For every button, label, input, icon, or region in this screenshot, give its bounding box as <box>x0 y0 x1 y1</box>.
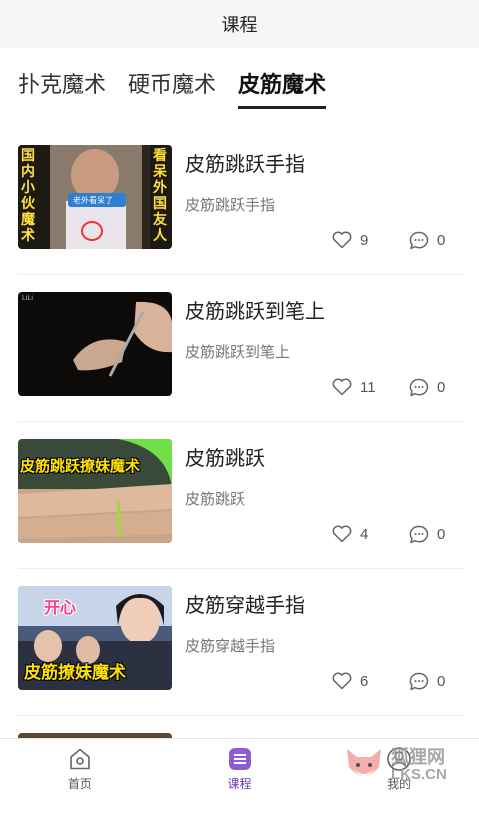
like-count[interactable]: 4 <box>332 525 368 543</box>
comment-icon <box>409 525 429 544</box>
course-icon <box>228 748 251 770</box>
comment-count[interactable]: 0 <box>409 378 445 397</box>
watermark: 狐狸网 LKS.CN <box>341 741 471 789</box>
tab-poker-magic[interactable]: 扑克魔术 <box>18 53 106 113</box>
heart-icon <box>332 672 352 690</box>
thumb-caption: 皮筋撩妹魔术 <box>24 663 126 682</box>
course-item[interactable]: 皮筋跳跃撩妹魔术 皮筋跳跃 皮筋跳跃 4 0 <box>0 422 479 569</box>
like-count[interactable]: 11 <box>332 378 376 396</box>
thumb-left-text: 国内小伙魔术 <box>21 147 35 243</box>
course-item[interactable]: 国内小伙魔术 看呆外国友人 老外看呆了 皮筋跳跃手指 皮筋跳跃手指 9 0 <box>0 128 479 275</box>
like-count[interactable]: 9 <box>332 231 368 249</box>
like-count-value: 6 <box>360 672 369 690</box>
comment-count[interactable]: 0 <box>409 231 445 250</box>
category-tabs: 扑克魔术 硬币魔术 皮筋魔术 <box>0 48 479 118</box>
page-header: 课程 <box>0 0 479 48</box>
course-subtitle: 皮筋跳跃手指 <box>185 197 276 214</box>
nav-course-label: 课程 <box>227 777 252 791</box>
comment-count-value: 0 <box>437 379 446 396</box>
thumb-right-text: 看呆外国友人 <box>153 147 167 243</box>
course-thumbnail[interactable]: 国内小伙魔术 看呆外国友人 老外看呆了 <box>18 145 172 249</box>
nav-course[interactable]: 课程 <box>160 739 320 799</box>
nav-home[interactable]: 首页 <box>0 739 160 799</box>
comment-count[interactable]: 0 <box>409 525 445 544</box>
thumb-caption: 老外看呆了 <box>73 196 113 205</box>
course-thumbnail[interactable]: 皮筋跳跃撩妹魔术 <box>18 439 172 543</box>
comment-count-value: 0 <box>437 673 446 690</box>
course-item[interactable]: LiLi 皮筋跳跃到笔上 皮筋跳跃到笔上 11 0 <box>0 275 479 422</box>
page-title: 课程 <box>221 15 258 35</box>
like-count-value: 11 <box>360 378 376 396</box>
course-subtitle: 皮筋跳跃到笔上 <box>185 344 291 361</box>
comment-icon <box>409 672 429 691</box>
heart-icon <box>332 525 352 543</box>
watermark-line2: LKS.CN <box>391 766 447 783</box>
course-stats: 6 0 <box>332 672 462 694</box>
tab-rubber-band-magic[interactable]: 皮筋魔术 <box>238 53 327 113</box>
course-stats: 4 0 <box>332 525 462 547</box>
comment-icon <box>409 378 429 397</box>
heart-icon <box>332 231 352 249</box>
course-title[interactable]: 皮筋跳跃手指 <box>185 148 305 177</box>
comment-icon <box>409 231 429 250</box>
course-stats: 11 0 <box>332 378 462 400</box>
course-item[interactable]: 开心 皮筋撩妹魔术 皮筋穿越手指 皮筋穿越手指 6 0 <box>0 569 479 716</box>
like-count[interactable]: 6 <box>332 672 368 690</box>
thumb-caption: 皮筋跳跃撩妹魔术 <box>20 458 141 475</box>
nav-home-label: 首页 <box>67 777 92 791</box>
heart-icon <box>332 378 352 396</box>
fox-logo-icon <box>347 749 381 776</box>
home-icon <box>70 748 90 770</box>
tab-coin-magic[interactable]: 硬币魔术 <box>128 53 216 113</box>
course-subtitle: 皮筋穿越手指 <box>185 638 276 655</box>
course-thumbnail[interactable]: 开心 皮筋撩妹魔术 <box>18 586 172 690</box>
thumb-top-text: 开心 <box>44 600 77 617</box>
comment-count[interactable]: 0 <box>409 672 445 691</box>
course-stats: 9 0 <box>332 231 462 253</box>
comment-count-value: 0 <box>437 232 446 249</box>
course-title[interactable]: 皮筋跳跃到笔上 <box>185 295 325 324</box>
thumb-mark: LiLi <box>22 295 33 302</box>
course-thumbnail[interactable]: LiLi <box>18 292 172 396</box>
like-count-value: 9 <box>360 231 369 249</box>
course-title[interactable]: 皮筋跳跃 <box>185 442 265 471</box>
course-title[interactable]: 皮筋穿越手指 <box>185 589 305 618</box>
like-count-value: 4 <box>360 525 369 543</box>
course-subtitle: 皮筋跳跃 <box>185 491 246 508</box>
comment-count-value: 0 <box>437 526 446 543</box>
